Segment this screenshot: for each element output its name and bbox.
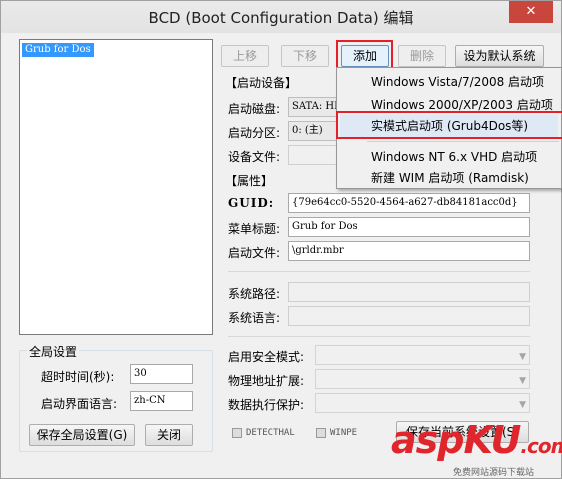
pae-select[interactable]: ▼ (315, 369, 530, 389)
system-language-label: 系统语言: (228, 311, 281, 325)
set-default-button[interactable]: 设为默认系统 (455, 45, 544, 67)
delete-button[interactable]: 删除 (398, 45, 446, 67)
guid-field[interactable]: {79e64cc0-5520-4564-a627-db84181acc0d} (288, 193, 530, 213)
guid-label: GUID: (228, 196, 275, 210)
boot-device-heading: 【启动设备】 (225, 76, 298, 90)
divider (228, 336, 530, 337)
boot-entry-list[interactable]: Grub for Dos (19, 39, 213, 335)
move-down-button[interactable]: 下移 (281, 45, 329, 67)
system-path-field[interactable] (288, 282, 530, 302)
aspku-watermark: aspKU.com 免费网站源码下载站 (391, 418, 562, 479)
menu-title-field[interactable]: Grub for Dos (288, 217, 530, 237)
safe-mode-label: 启用安全模式: (228, 350, 305, 364)
list-item[interactable]: Grub for Dos (22, 43, 94, 57)
watermark-accent: KU (463, 418, 521, 462)
boot-partition-label: 启动分区: (228, 126, 281, 140)
watermark-main: asp (391, 418, 464, 462)
window-title: BCD (Boot Configuration Data) 编辑 (148, 9, 414, 27)
device-file-label: 设备文件: (228, 150, 281, 164)
menu-item-nt6-vhd[interactable]: Windows NT 6.x VHD 启动项 (371, 148, 537, 165)
divider (228, 271, 530, 272)
menu-separator (367, 141, 559, 142)
boot-partition-value: 0: (主) (292, 125, 323, 136)
close-window-button[interactable]: ✕ (509, 1, 553, 23)
dep-label: 数据执行保护: (228, 398, 305, 412)
system-language-field[interactable] (288, 306, 530, 326)
timeout-field[interactable]: 30 (130, 364, 193, 384)
menu-item-new-wim-ramdisk[interactable]: 新建 WIM 启动项 (Ramdisk) (371, 169, 529, 186)
real-mode-item-highlight (336, 111, 562, 139)
boot-disk-label: 启动磁盘: (228, 102, 281, 116)
watermark-subtitle: 免费网站源码下载站 (453, 468, 535, 478)
watermark-logo: aspKU.com (391, 418, 562, 462)
ui-language-label: 启动界面语言: (41, 397, 118, 411)
timeout-label: 超时时间(秒): (41, 370, 115, 384)
close-button[interactable]: 关闭 (145, 424, 193, 446)
menu-title-label: 菜单标题: (228, 222, 281, 236)
system-path-label: 系统路径: (228, 287, 281, 301)
title-bar: BCD (Boot Configuration Data) 编辑 ✕ (1, 1, 561, 33)
winpe-checkbox[interactable] (316, 428, 326, 438)
boot-file-field[interactable]: \grldr.mbr (288, 241, 530, 261)
bcd-editor-window: BCD (Boot Configuration Data) 编辑 ✕ Grub … (0, 0, 562, 479)
boot-file-label: 启动文件: (228, 246, 281, 260)
global-settings-heading: 全局设置 (27, 343, 80, 360)
winpe-label: WINPE (330, 428, 358, 438)
chevron-down-icon: ▼ (519, 376, 526, 386)
detecthal-checkbox[interactable] (232, 428, 242, 438)
detecthal-label: DETECTHAL (246, 428, 295, 438)
properties-heading: 【属性】 (225, 174, 274, 188)
safe-mode-select[interactable]: ▼ (315, 345, 530, 365)
chevron-down-icon: ▼ (519, 352, 526, 362)
ui-language-field[interactable]: zh-CN (130, 391, 193, 411)
watermark-suffix: .com (520, 434, 562, 458)
move-up-button[interactable]: 上移 (221, 45, 269, 67)
boot-disk-value: SATA: HD (292, 101, 343, 112)
pae-label: 物理地址扩展: (228, 374, 305, 388)
chevron-down-icon: ▼ (519, 400, 526, 410)
dep-select[interactable]: ▼ (315, 393, 530, 413)
menu-item-vista-7-2008[interactable]: Windows Vista/7/2008 启动项 (371, 73, 544, 90)
save-global-settings-button[interactable]: 保存全局设置(G) (29, 424, 135, 446)
